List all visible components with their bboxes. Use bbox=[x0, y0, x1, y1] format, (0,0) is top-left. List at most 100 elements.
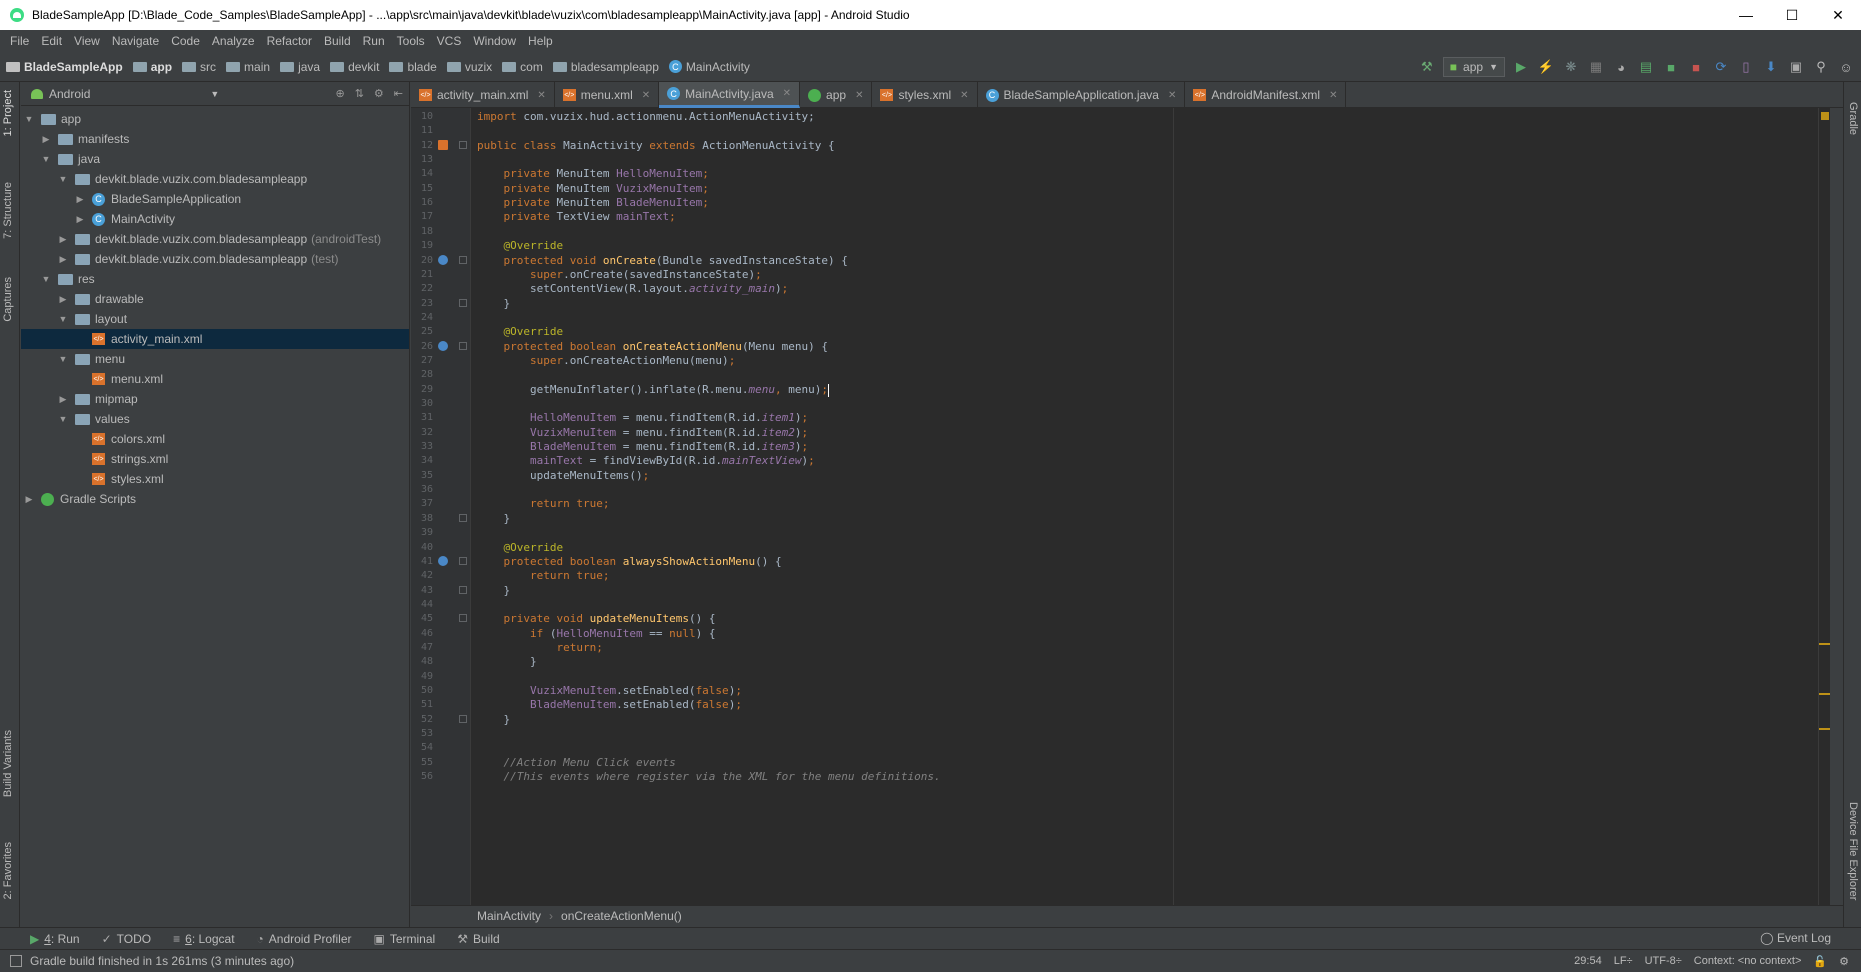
line-separator[interactable]: LF÷ bbox=[1614, 955, 1633, 967]
gear-icon[interactable]: ⚙ bbox=[374, 87, 384, 100]
editor-tab[interactable]: </> activity_main.xml ✕ bbox=[411, 82, 555, 108]
nav-crumb[interactable]: C MainActivity bbox=[668, 60, 750, 74]
tool-tab-captures[interactable]: Captures bbox=[2, 277, 14, 322]
menu-window[interactable]: Window bbox=[467, 34, 522, 48]
collapse-arrow-icon[interactable]: ▼ bbox=[57, 354, 69, 364]
project-view-select[interactable]: Android bbox=[49, 87, 90, 101]
collapse-arrow-icon[interactable]: ▼ bbox=[40, 154, 52, 164]
inspection-status-icon[interactable] bbox=[1821, 112, 1829, 120]
layout-inspector-icon[interactable]: ▣ bbox=[1787, 58, 1805, 76]
tree-node[interactable]: ▶ devkit.blade.vuzix.com.bladesampleapp (a… bbox=[21, 229, 409, 249]
sync-gradle-icon[interactable]: ⟳ bbox=[1712, 58, 1730, 76]
debug-icon[interactable]: ❋ bbox=[1562, 58, 1580, 76]
tree-node[interactable]: ▶ C MainActivity bbox=[21, 209, 409, 229]
code-line[interactable]: //This events where register via the XML… bbox=[477, 768, 941, 785]
editor-tab[interactable]: </> styles.xml ✕ bbox=[872, 82, 978, 108]
tree-node[interactable]: ▼ menu bbox=[21, 349, 409, 369]
nav-crumb[interactable]: com bbox=[502, 60, 547, 74]
close-icon[interactable]: ✕ bbox=[960, 90, 968, 101]
bottom-tool-4[interactable]: ▣ Terminal bbox=[374, 932, 436, 946]
editor-tab[interactable]: </> AndroidManifest.xml ✕ bbox=[1185, 82, 1347, 108]
expand-arrow-icon[interactable]: ▶ bbox=[57, 294, 69, 305]
tree-node[interactable]: ▼ layout bbox=[21, 309, 409, 329]
menu-help[interactable]: Help bbox=[522, 34, 559, 48]
attach-debugger-icon[interactable]: ▦ bbox=[1587, 58, 1605, 76]
close-icon[interactable]: ✕ bbox=[537, 90, 545, 101]
context-indicator[interactable]: Context: <no context> bbox=[1694, 955, 1802, 967]
warning-mark[interactable] bbox=[1819, 693, 1830, 695]
tree-node[interactable]: ▶ devkit.blade.vuzix.com.bladesampleapp (t… bbox=[21, 249, 409, 269]
lock-icon[interactable]: 🔓 bbox=[1813, 955, 1827, 968]
code-line[interactable]: super.onCreateActionMenu(menu); bbox=[477, 352, 735, 369]
tree-node[interactable]: ▶ Gradle Scripts bbox=[21, 489, 409, 509]
fold-marker-icon[interactable] bbox=[459, 299, 467, 307]
code-line[interactable]: } bbox=[477, 582, 511, 599]
apply-changes-icon[interactable]: ⚡ bbox=[1537, 58, 1555, 76]
tree-node[interactable]: ▼ devkit.blade.vuzix.com.bladesampleapp bbox=[21, 169, 409, 189]
fold-marker-icon[interactable] bbox=[459, 256, 467, 264]
collapse-arrow-icon[interactable]: ▼ bbox=[40, 274, 52, 284]
hide-panel-icon[interactable]: ⇤ bbox=[394, 87, 403, 100]
menu-analyze[interactable]: Analyze bbox=[206, 34, 261, 48]
warning-mark[interactable] bbox=[1819, 728, 1830, 730]
tool-tab-gradle[interactable]: Gradle bbox=[1847, 102, 1859, 135]
code-line[interactable]: } bbox=[477, 711, 511, 728]
close-icon[interactable]: ✕ bbox=[783, 88, 791, 99]
tool-tab-favorites[interactable]: 2: Favorites bbox=[2, 842, 14, 899]
collapse-arrow-icon[interactable]: ▼ bbox=[57, 314, 69, 324]
close-icon[interactable]: ✕ bbox=[1168, 90, 1176, 101]
coverage-icon[interactable]: ▤ bbox=[1637, 58, 1655, 76]
make-project-icon[interactable]: ⚒ bbox=[1418, 58, 1436, 76]
bottom-tool-1[interactable]: ✓ TODO bbox=[102, 932, 152, 946]
menu-view[interactable]: View bbox=[68, 34, 106, 48]
user-icon[interactable]: ☺ bbox=[1837, 58, 1855, 76]
collapse-arrow-icon[interactable]: ▼ bbox=[57, 174, 69, 184]
profile-icon[interactable]: ◕ bbox=[1612, 58, 1630, 76]
hector-icon[interactable]: ⚙ bbox=[1839, 955, 1849, 968]
menu-run[interactable]: Run bbox=[357, 34, 391, 48]
fold-marker-icon[interactable] bbox=[459, 614, 467, 622]
collapse-arrow-icon[interactable]: ▼ bbox=[57, 414, 69, 424]
tree-node[interactable]: </> menu.xml bbox=[21, 369, 409, 389]
sdk-manager-icon[interactable]: ⬇ bbox=[1762, 58, 1780, 76]
tree-node[interactable]: ▼ app bbox=[21, 109, 409, 129]
override-method-icon[interactable] bbox=[438, 255, 448, 265]
android-debugger-icon[interactable]: ■ bbox=[1662, 58, 1680, 76]
nav-crumb[interactable]: app bbox=[132, 60, 176, 74]
nav-crumb[interactable]: java bbox=[280, 60, 324, 74]
bottom-tool-3[interactable]: ◔ Android Profiler bbox=[257, 932, 352, 946]
menu-edit[interactable]: Edit bbox=[35, 34, 68, 48]
expand-arrow-icon[interactable]: ▶ bbox=[57, 394, 69, 405]
breadcrumb-class[interactable]: MainActivity bbox=[477, 909, 541, 923]
stop-icon[interactable]: ■ bbox=[1687, 58, 1705, 76]
close-icon[interactable]: ✕ bbox=[855, 90, 863, 101]
menu-vcs[interactable]: VCS bbox=[431, 34, 468, 48]
editor-tab[interactable]: </> menu.xml ✕ bbox=[555, 82, 660, 108]
related-files-icon[interactable] bbox=[438, 140, 448, 150]
scroll-from-source-icon[interactable]: ⊕ bbox=[335, 87, 344, 100]
fold-marker-icon[interactable] bbox=[459, 514, 467, 522]
tool-tab-build-variants[interactable]: Build Variants bbox=[2, 730, 14, 797]
menu-file[interactable]: File bbox=[4, 34, 35, 48]
fold-marker-icon[interactable] bbox=[459, 557, 467, 565]
menu-refactor[interactable]: Refactor bbox=[261, 34, 318, 48]
code-line[interactable]: setContentView(R.layout.activity_main); bbox=[477, 280, 788, 297]
search-icon[interactable]: ⚲ bbox=[1812, 58, 1830, 76]
menu-tools[interactable]: Tools bbox=[391, 34, 431, 48]
avd-manager-icon[interactable]: ▯ bbox=[1737, 58, 1755, 76]
nav-crumb[interactable]: main bbox=[226, 60, 274, 74]
breadcrumb-method[interactable]: onCreateActionMenu() bbox=[561, 909, 682, 923]
tree-node[interactable]: ▼ res bbox=[21, 269, 409, 289]
editor-tab[interactable]: C MainActivity.java ✕ bbox=[659, 82, 801, 108]
code-line[interactable]: private TextView mainText; bbox=[477, 208, 676, 225]
nav-crumb[interactable]: BladeSampleApp bbox=[6, 60, 127, 74]
close-icon[interactable]: ✕ bbox=[642, 90, 650, 101]
close-button[interactable]: ✕ bbox=[1815, 0, 1861, 30]
fold-marker-icon[interactable] bbox=[459, 586, 467, 594]
minimize-button[interactable]: — bbox=[1723, 0, 1769, 30]
expand-arrow-icon[interactable]: ▶ bbox=[74, 194, 86, 205]
menu-code[interactable]: Code bbox=[165, 34, 206, 48]
nav-crumb[interactable]: vuzix bbox=[446, 60, 496, 74]
tree-node[interactable]: ▼ values bbox=[21, 409, 409, 429]
tool-tab-structure[interactable]: 7: Structure bbox=[2, 182, 14, 239]
